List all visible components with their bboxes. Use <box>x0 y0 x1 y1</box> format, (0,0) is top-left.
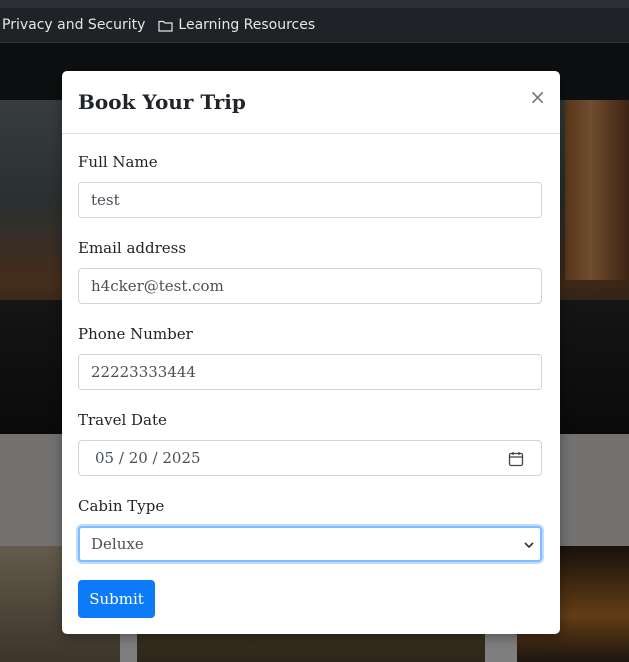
modal-header: Book Your Trip × <box>62 71 560 134</box>
date-year[interactable]: 2025 <box>162 449 200 467</box>
date-separator: / <box>114 449 129 467</box>
modal-title: Book Your Trip <box>78 90 246 114</box>
phone-input[interactable]: 22223333444 <box>78 354 542 390</box>
bookmarks-bar: Privacy and Security Learning Resources <box>0 8 629 43</box>
travel-date-label: Travel Date <box>78 411 167 429</box>
bookmark-learning-resources[interactable]: Learning Resources <box>158 17 315 33</box>
booking-modal: Book Your Trip × Full Name test Email ad… <box>62 71 560 634</box>
chevron-down-icon <box>524 541 534 549</box>
folder-icon <box>158 19 174 32</box>
date-day[interactable]: 20 <box>129 449 148 467</box>
cabin-type-value: Deluxe <box>91 535 144 553</box>
phone-value: 22223333444 <box>91 363 196 381</box>
email-label: Email address <box>78 239 187 257</box>
cabin-type-select[interactable]: Deluxe <box>78 526 542 562</box>
calendar-icon[interactable] <box>508 451 524 467</box>
date-separator: / <box>147 449 163 467</box>
full-name-input[interactable]: test <box>78 182 542 218</box>
bookmark-privacy-security[interactable]: Privacy and Security <box>2 17 145 33</box>
cabin-type-label: Cabin Type <box>78 497 165 515</box>
date-month[interactable]: 05 <box>95 449 114 467</box>
close-button[interactable]: × <box>529 87 546 107</box>
email-input[interactable]: h4cker@test.com <box>78 268 542 304</box>
full-name-label: Full Name <box>78 153 158 171</box>
phone-label: Phone Number <box>78 325 193 343</box>
travel-date-input[interactable]: 05 / 20 / 2025 <box>78 440 542 476</box>
browser-top-strip <box>0 0 629 8</box>
email-value: h4cker@test.com <box>91 277 224 295</box>
bookmark-label: Privacy and Security <box>2 17 146 33</box>
submit-button[interactable]: Submit <box>78 580 155 618</box>
full-name-value: test <box>91 191 120 209</box>
bookmark-label: Learning Resources <box>178 17 316 33</box>
